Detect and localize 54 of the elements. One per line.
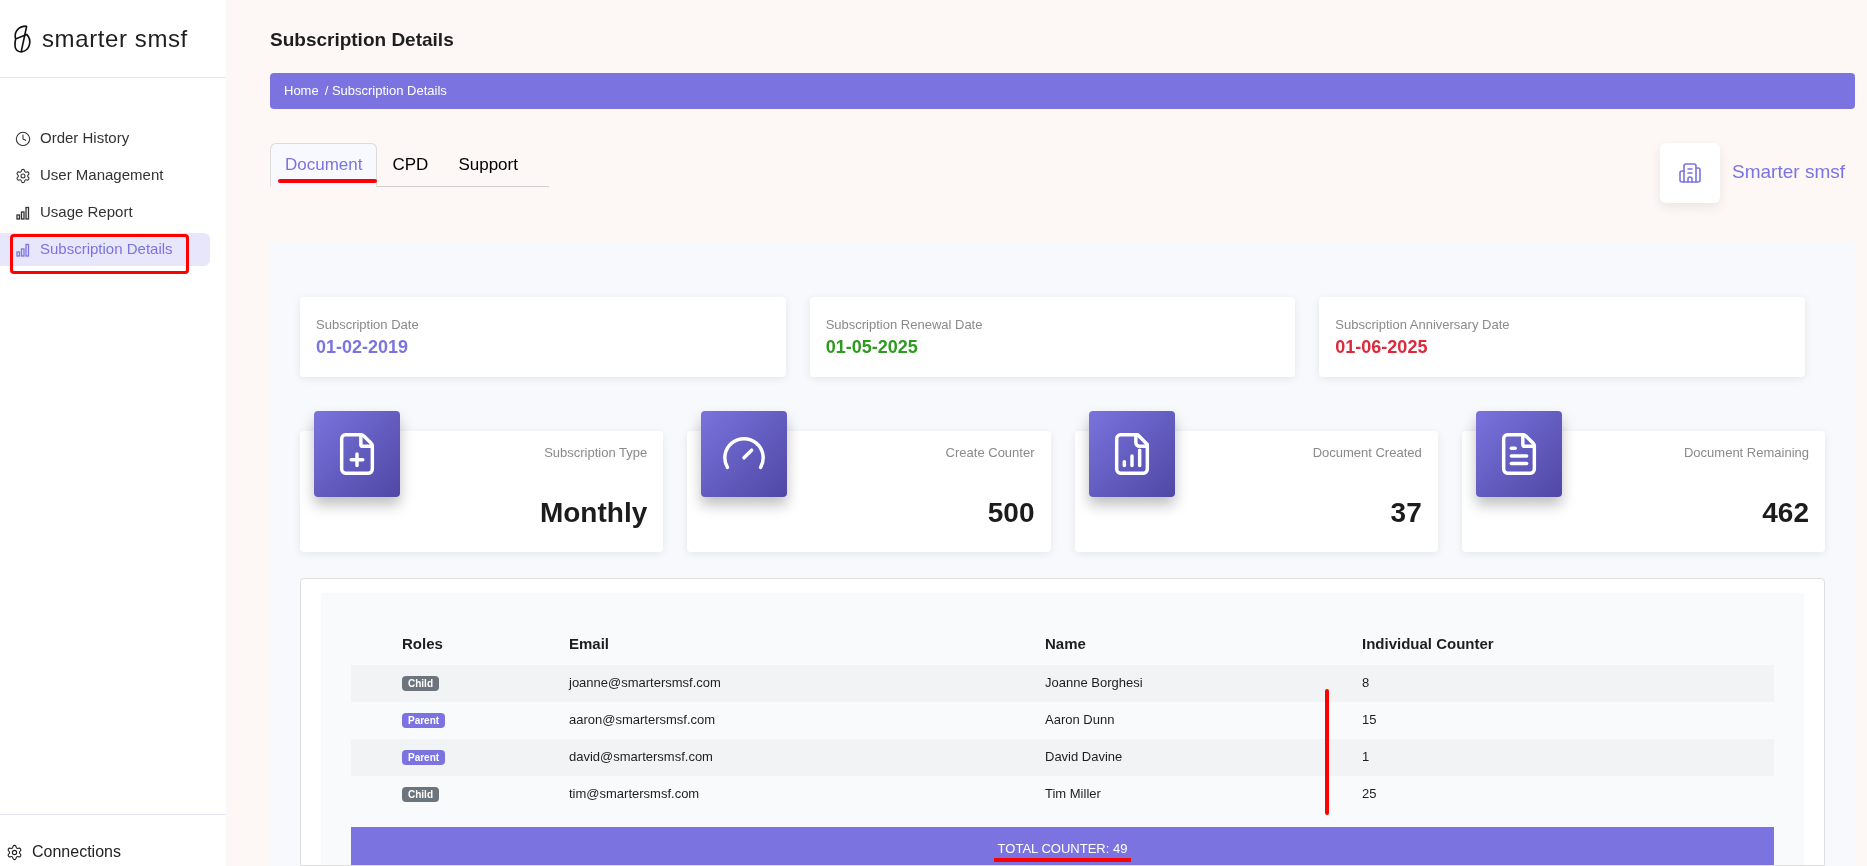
date-label: Subscription Date — [316, 315, 420, 334]
stat-value: 462 — [1762, 496, 1809, 530]
date-value: 01-06-2025 — [1335, 336, 1429, 359]
table-cell: joanne@smartersmsf.com — [569, 675, 721, 691]
role-badge: Child — [402, 676, 439, 692]
stat-value: 37 — [1390, 496, 1422, 530]
table-cell: 1 — [1362, 749, 1370, 765]
date-label: Subscription Renewal Date — [825, 315, 984, 334]
settings-icon — [6, 843, 23, 861]
breadcrumb-link[interactable]: Home — [284, 80, 319, 101]
table-cell: Tim Miller — [1045, 786, 1101, 802]
stat-label: Subscription Type — [544, 443, 648, 462]
page-title: Subscription Details — [270, 28, 455, 52]
column-header: Individual Counter — [1362, 633, 1495, 654]
sidebar-item[interactable]: Order History — [0, 122, 210, 155]
role-badge: Parent — [402, 713, 446, 729]
table-cell: tim@smartersmsf.com — [569, 786, 700, 802]
sidebar-item[interactable]: User Management — [0, 159, 210, 192]
stat-value: Monthly — [539, 496, 648, 530]
table-cell: 25 — [1362, 786, 1377, 802]
company-name: Smarter smsf — [1732, 160, 1845, 185]
sidebar-item[interactable]: Usage Report — [0, 196, 210, 229]
table-cell: David Davine — [1045, 749, 1123, 765]
building-icon — [1678, 160, 1703, 185]
clock-icon — [15, 130, 31, 147]
bar-chart-icon — [15, 204, 31, 221]
stat-label: Document Remaining — [1684, 443, 1809, 462]
role-badge: Child — [402, 787, 439, 803]
table-cell: 15 — [1362, 712, 1377, 728]
column-header: Email — [569, 633, 611, 654]
table-cell: Aaron Dunn — [1045, 712, 1115, 728]
date-value: 01-02-2019 — [316, 336, 410, 359]
brand-name: smarter smsf — [42, 23, 188, 54]
stat-label: Document Created — [1312, 443, 1422, 462]
column-header: Name — [1045, 633, 1087, 654]
stat-value: 500 — [987, 496, 1035, 530]
table-cell: 8 — [1362, 675, 1370, 691]
tab[interactable]: Support — [443, 142, 533, 187]
sidebar-item[interactable]: Connections — [0, 840, 121, 864]
bar-chart-icon — [15, 241, 31, 258]
table-cell: aaron@smartersmsf.com — [569, 712, 716, 728]
date-label: Subscription Anniversary Date — [1335, 315, 1511, 334]
logo-icon — [12, 22, 34, 55]
breadcrumb-item: / Subscription Details — [324, 81, 447, 100]
table-cell: david@smartersmsf.com — [569, 749, 713, 765]
table-cell: Joanne Borghesi — [1045, 675, 1143, 691]
role-badge: Parent — [402, 750, 446, 766]
total-counter: TOTAL COUNTER: 49 — [993, 838, 1132, 862]
settings-icon — [15, 167, 31, 184]
stat-label: Create Counter — [945, 443, 1035, 462]
column-header: Roles — [401, 633, 444, 654]
date-value: 01-05-2025 — [825, 336, 919, 359]
tab[interactable]: Document — [270, 142, 378, 187]
tab[interactable]: CPD — [377, 142, 444, 187]
